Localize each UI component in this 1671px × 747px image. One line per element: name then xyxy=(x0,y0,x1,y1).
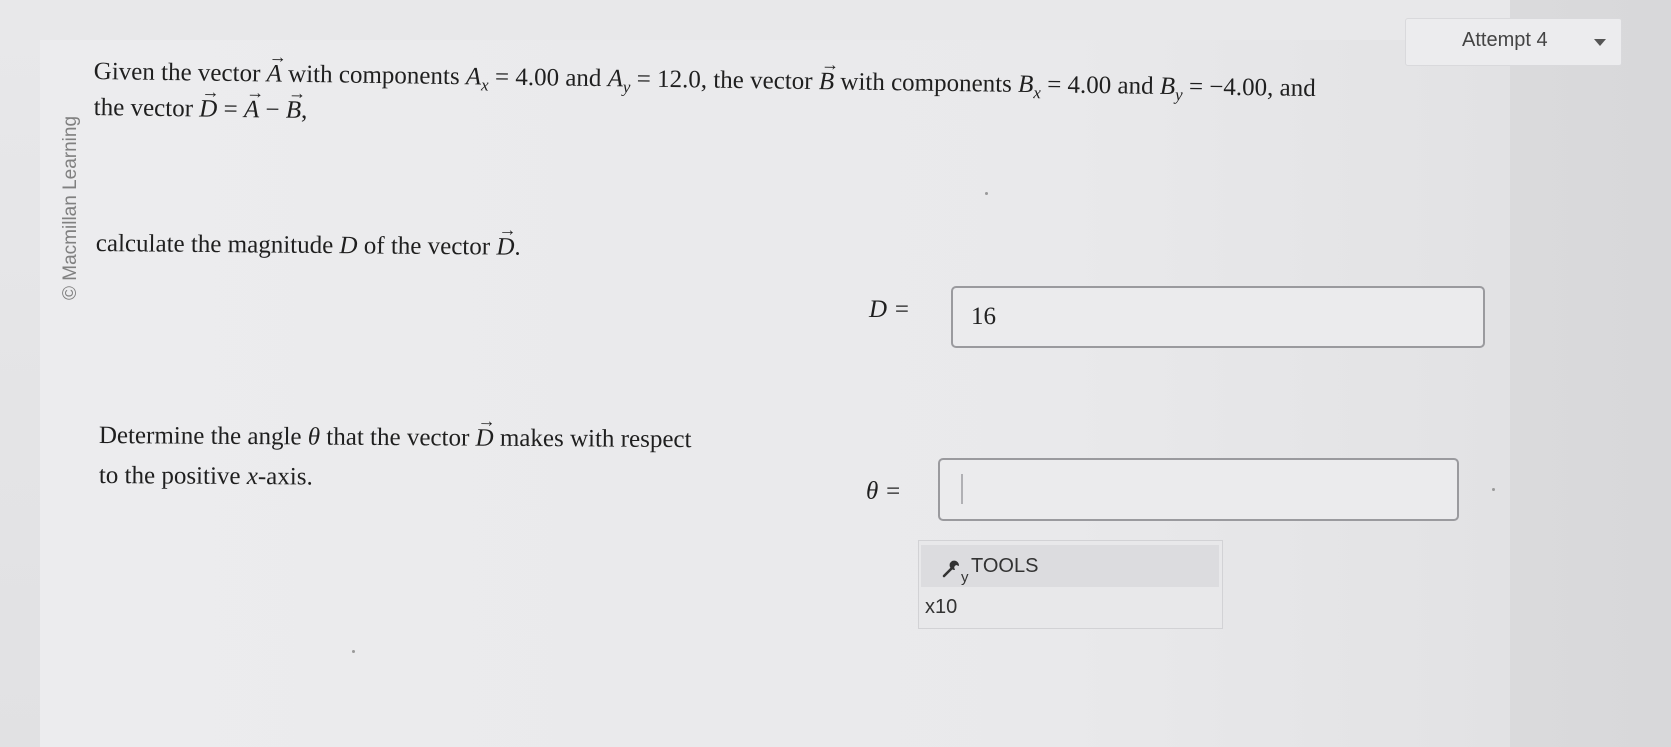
question-magnitude: calculate the magnitude D of the vector … xyxy=(96,228,521,264)
copyright-notice: © Macmillan Learning xyxy=(60,115,81,300)
vector-a: A xyxy=(266,58,282,90)
question-panel xyxy=(40,40,1510,747)
question-angle-line-2: to the positive x-axis. xyxy=(98,461,313,491)
page: Attempt 4 © Macmillan Learning Given the… xyxy=(0,0,1671,747)
question-angle-line-1: Determine the angle θ that the vector D … xyxy=(99,420,692,456)
caret-down-icon xyxy=(1594,39,1606,46)
theta-answer-label: θ = xyxy=(866,478,902,505)
d-answer-label: D = xyxy=(869,296,911,323)
problem-statement-line-2: the vector D = A − B, xyxy=(94,92,308,127)
decorative-dot xyxy=(352,650,355,653)
times-ten-button[interactable]: x10 xyxy=(925,596,957,619)
theta-answer-input[interactable] xyxy=(938,458,1459,521)
vector-d: D xyxy=(199,93,218,125)
attempt-label: Attempt 4 xyxy=(1462,29,1548,51)
background-shade xyxy=(1510,0,1671,747)
text-cursor xyxy=(961,474,963,504)
decorative-dot xyxy=(1492,488,1495,491)
vector-b: B xyxy=(819,66,835,98)
tools-label: TOOLS xyxy=(971,555,1039,577)
tools-panel: y TOOLS x10 xyxy=(918,540,1223,629)
wrench-icon xyxy=(942,560,960,578)
decorative-dot xyxy=(985,192,988,195)
tools-button[interactable]: y TOOLS xyxy=(921,545,1219,587)
tools-y-subscript: y xyxy=(961,569,969,586)
d-answer-input[interactable] xyxy=(951,286,1485,348)
attempt-dropdown[interactable]: Attempt 4 xyxy=(1405,18,1622,66)
